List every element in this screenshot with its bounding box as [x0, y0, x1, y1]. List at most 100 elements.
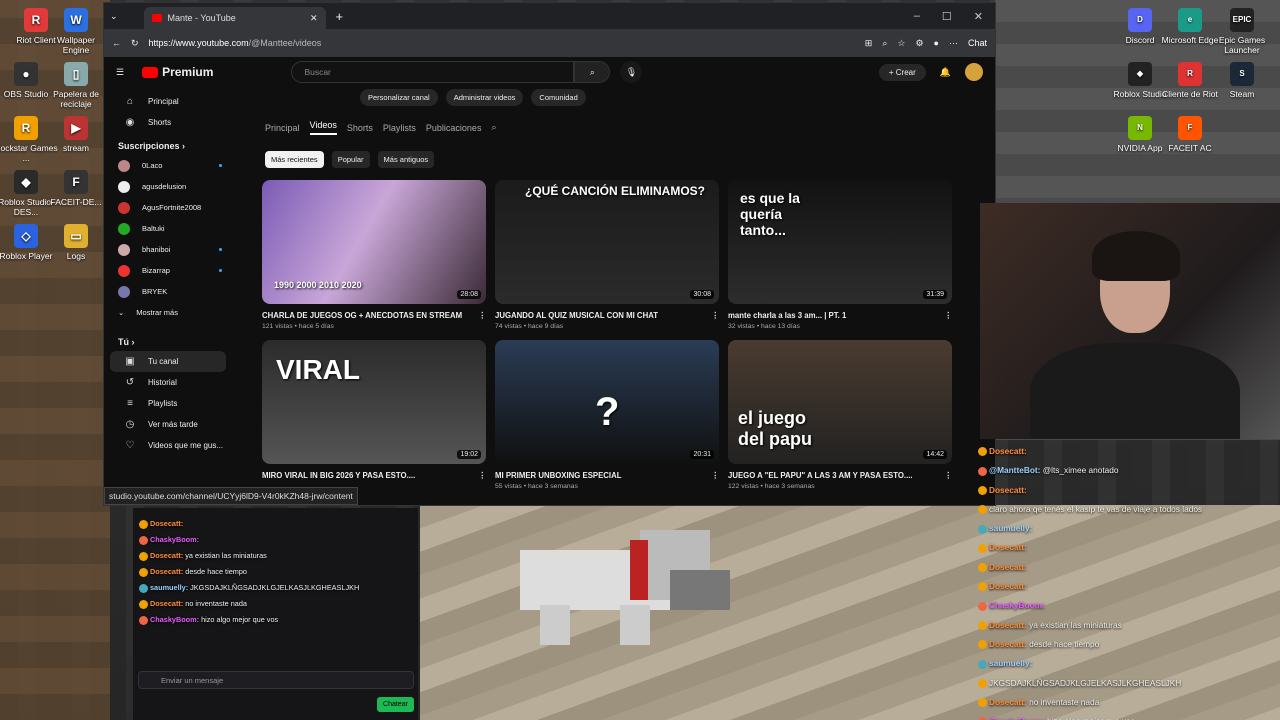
voice-search-icon[interactable]: 🎙: [620, 61, 643, 83]
chat-username[interactable]: Dosecatt:: [150, 567, 185, 576]
desktop-icon[interactable]: F FACEIT AC: [1158, 116, 1222, 153]
video-card[interactable]: el juego del papu 14:42 JUEGO A "EL PAPU" …: [728, 340, 952, 490]
channel-action-button[interactable]: Comunidad: [531, 89, 586, 106]
sidebar-item[interactable]: ◷ Ver más tarde: [110, 414, 226, 435]
video-thumbnail[interactable]: ? 20:31: [495, 340, 719, 464]
chat-username[interactable]: Dosecatt:: [989, 562, 1027, 572]
youtube-logo[interactable]: Premium: [142, 65, 213, 79]
sort-chip[interactable]: Popular: [331, 151, 370, 168]
more-icon[interactable]: ⋯: [949, 38, 958, 49]
chatear-button[interactable]: Chatear: [377, 697, 414, 712]
video-menu-icon[interactable]: ⋮: [478, 311, 486, 320]
chat-username[interactable]: Dosecatt:: [989, 485, 1027, 495]
video-thumbnail[interactable]: ¿QUÉ CANCIÓN ELIMINAMOS? 30:08: [495, 180, 719, 304]
new-tab-icon[interactable]: +: [336, 9, 344, 24]
desktop-icon[interactable]: ▶ stream: [44, 116, 108, 153]
close-tab-icon[interactable]: ✕: [310, 13, 318, 24]
chat-username[interactable]: Dosecatt:: [989, 639, 1029, 649]
search-input[interactable]: Buscar: [291, 61, 575, 83]
video-card[interactable]: ¿QUÉ CANCIÓN ELIMINAMOS? 30:08 JUGANDO AL …: [495, 180, 719, 330]
chat-username[interactable]: ChaskyBoom:: [150, 535, 199, 544]
channel-tab[interactable]: Principal: [265, 123, 300, 133]
sidebar-item[interactable]: ◉ Shorts: [110, 112, 226, 133]
chat-username[interactable]: Dosecatt:: [150, 551, 185, 560]
chat-username[interactable]: ChaskyBoom:: [150, 615, 201, 624]
settings-icon[interactable]: ⚙: [915, 38, 923, 49]
chat-username[interactable]: ChaskyBoom:: [989, 600, 1045, 610]
video-menu-icon[interactable]: ⋮: [711, 311, 719, 320]
video-thumbnail[interactable]: es que la quería tanto... 31:39: [728, 180, 952, 304]
favorite-star-icon[interactable]: ☆: [897, 38, 905, 49]
video-thumbnail[interactable]: VIRAL 19:02: [262, 340, 486, 464]
minimize-icon[interactable]: –: [914, 10, 920, 23]
chat-username[interactable]: ChaskyBoom:: [989, 716, 1047, 720]
video-thumbnail[interactable]: el juego del papu 14:42: [728, 340, 952, 464]
sidebar-item[interactable]: ↺ Historial: [110, 372, 226, 393]
chat-username[interactable]: Dosecatt:: [989, 620, 1029, 630]
channel-search-icon[interactable]: ⌕: [491, 122, 496, 133]
chat-username[interactable]: Dosecatt:: [989, 446, 1027, 456]
zoom-icon[interactable]: ⌕: [882, 38, 887, 49]
profile-icon[interactable]: ●: [934, 38, 939, 48]
channel-tab[interactable]: Shorts: [347, 123, 373, 133]
extensions-icon[interactable]: ⊞: [865, 38, 873, 49]
create-button[interactable]: + Crear: [878, 63, 926, 81]
address-bar[interactable]: https://www.youtube.com/@Manttee/videos: [149, 38, 855, 48]
video-title[interactable]: MI PRIMER UNBOXING ESPECIAL: [495, 471, 622, 480]
copilot-chat-button[interactable]: Chat: [968, 38, 987, 48]
subscription-item[interactable]: BRYEK: [104, 281, 232, 302]
notifications-bell-icon[interactable]: 🔔: [940, 67, 951, 78]
subscription-item[interactable]: AgusFortnite2008: [104, 197, 232, 218]
video-title[interactable]: CHARLA DE JUEGOS OG + ANECDOTAS EN STREA…: [262, 311, 462, 320]
subscriptions-heading[interactable]: Suscripciones ›: [104, 141, 232, 151]
sidebar-item[interactable]: ⌂ Principal: [110, 91, 226, 112]
desktop-icon[interactable]: EPIC Epic Games Launcher: [1210, 8, 1274, 55]
video-card[interactable]: 1990 2000 2010 2020 28:08 CHARLA DE JUEGOS…: [262, 180, 486, 330]
video-title[interactable]: JUEGO A "EL PAPU" A LAS 3 AM Y PASA ESTO…: [728, 471, 913, 480]
video-menu-icon[interactable]: ⋮: [478, 471, 486, 480]
video-thumbnail[interactable]: 1990 2000 2010 2020 28:08: [262, 180, 486, 304]
desktop-icon[interactable]: ▯ Papelera de reciclaje: [44, 62, 108, 109]
video-menu-icon[interactable]: ⋮: [711, 471, 719, 480]
maximize-icon[interactable]: ☐: [942, 10, 952, 23]
chat-username[interactable]: Dosecatt:: [150, 519, 183, 528]
channel-tab[interactable]: Playlists: [383, 123, 416, 133]
show-more-button[interactable]: ⌄ Mostrar más: [104, 302, 232, 323]
subscription-item[interactable]: agusdelusion: [104, 176, 232, 197]
video-card[interactable]: es que la quería tanto... 31:39 mante char…: [728, 180, 952, 330]
desktop-icon[interactable]: ▭ Logs: [44, 224, 108, 261]
video-title[interactable]: MIRO VIRAL IN BIG 2026 Y PASA ESTO....: [262, 471, 415, 480]
subscription-item[interactable]: Baltuki: [104, 218, 232, 239]
desktop-icon[interactable]: W Wallpaper Engine: [44, 8, 108, 55]
back-icon[interactable]: ←: [112, 38, 121, 48]
chat-username[interactable]: saumuelly:: [150, 583, 190, 592]
tab-list-icon[interactable]: ⌄: [110, 11, 118, 22]
browser-tab[interactable]: Mante - YouTube ✕: [143, 7, 326, 29]
chat-username[interactable]: Dosecatt:: [989, 542, 1027, 552]
video-menu-icon[interactable]: ⋮: [944, 471, 952, 480]
subscription-item[interactable]: 0Laco: [104, 155, 232, 176]
sort-chip[interactable]: Más recientes: [265, 151, 324, 168]
chat-username[interactable]: saumuelly:: [989, 658, 1032, 668]
chat-username[interactable]: saumuelly:: [989, 523, 1032, 533]
subscription-item[interactable]: Bizarrap: [104, 260, 232, 281]
sidebar-item[interactable]: ≡ Playlists: [110, 393, 226, 414]
sidebar-item[interactable]: ▣ Tu canal: [110, 351, 226, 372]
video-card[interactable]: ? 20:31 MI PRIMER UNBOXING ESPECIAL ⋮ 55 vis…: [495, 340, 719, 490]
video-card[interactable]: VIRAL 19:02 MIRO VIRAL IN BIG 2026 Y PASA …: [262, 340, 486, 490]
sort-chip[interactable]: Más antiguos: [377, 151, 435, 168]
subscription-item[interactable]: bhaniboi: [104, 239, 232, 260]
chat-username[interactable]: Dosecatt:: [989, 697, 1029, 707]
channel-action-button[interactable]: Administrar videos: [445, 89, 524, 106]
chat-username[interactable]: Dosecatt:: [150, 599, 185, 608]
close-window-icon[interactable]: ✕: [974, 10, 983, 23]
menu-icon[interactable]: ☰: [116, 67, 124, 78]
video-title[interactable]: mante charla a las 3 am... | PT. 1: [728, 311, 846, 320]
sidebar-item[interactable]: ♡ Videos que me gus...: [110, 435, 226, 456]
desktop-icon[interactable]: F FACEIT-DE...: [44, 170, 108, 207]
video-title[interactable]: JUGANDO AL QUIZ MUSICAL CON MI CHAT: [495, 311, 658, 320]
chat-username[interactable]: Dosecatt:: [989, 581, 1027, 591]
reload-icon[interactable]: ↻: [131, 38, 139, 49]
chat-username[interactable]: @MantteBot:: [989, 465, 1043, 475]
channel-tab[interactable]: Videos: [309, 120, 337, 135]
